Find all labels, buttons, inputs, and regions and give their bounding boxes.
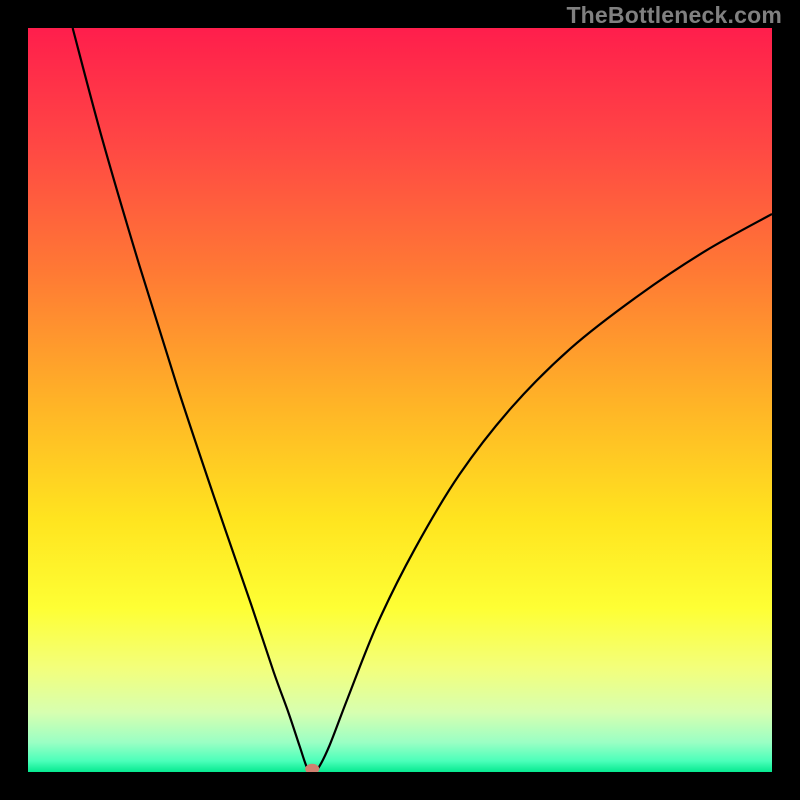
watermark-label: TheBottleneck.com — [566, 2, 782, 29]
chart-plot-area — [28, 28, 772, 772]
chart-frame: TheBottleneck.com — [0, 0, 800, 800]
gradient-background — [28, 28, 772, 772]
bottleneck-chart — [28, 28, 772, 772]
